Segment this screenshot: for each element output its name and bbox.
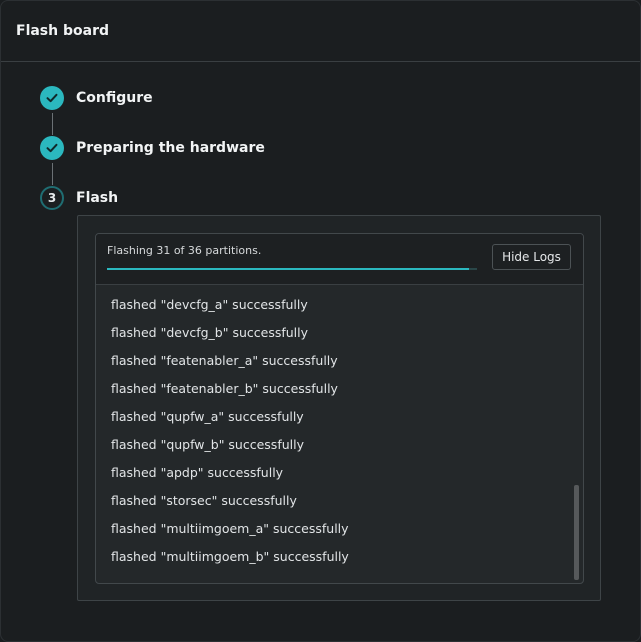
step-preparing-hardware: Preparing the hardware [40,136,265,160]
log-line: flashed "qupfw_b" successfully [111,437,304,452]
log-line: flashed "apdp" successfully [111,465,284,480]
step-number: 3 [40,186,64,210]
step-connector [52,113,53,135]
log-line: flashed "multiimgoem_a" successfully [111,521,349,536]
progress-bar-fill [107,268,469,270]
checkmark-icon [40,86,64,110]
progress-header: Flashing 31 of 36 partitions. Hide Logs [96,234,583,285]
flash-board-dialog: Flash board Configure Preparing the hard… [0,0,641,642]
step-configure: Configure [40,86,153,110]
checkmark-icon [40,136,64,160]
step-label: Configure [76,90,153,106]
flash-panel: Flashing 31 of 36 partitions. Hide Logs … [77,215,601,601]
hide-logs-button[interactable]: Hide Logs [492,244,571,270]
log-line: flashed "devcfg_a" successfully [111,297,308,312]
progress-text: Flashing 31 of 36 partitions. [107,244,262,257]
step-label: Preparing the hardware [76,140,265,156]
log-list[interactable]: flashed "devcfg_a" successfully flashed … [96,285,573,583]
step-flash: 3 Flash [40,186,118,210]
log-line: flashed "multiimgoem_b" successfully [111,549,349,564]
dialog-header: Flash board [1,1,640,62]
dialog-title: Flash board [16,23,109,39]
scrollbar[interactable] [574,285,580,583]
log-container: Flashing 31 of 36 partitions. Hide Logs … [95,233,584,584]
step-connector [52,163,53,185]
log-line: flashed "featenabler_b" successfully [111,381,338,396]
log-line: flashed "storsec" successfully [111,493,297,508]
log-line: flashed "featenabler_a" successfully [111,353,338,368]
step-label: Flash [76,190,119,206]
progress-bar [107,268,477,270]
log-line: flashed "qupfw_a" successfully [111,409,304,424]
log-line: flashed "devcfg_b" successfully [111,325,309,340]
scrollbar-thumb[interactable] [574,485,579,580]
